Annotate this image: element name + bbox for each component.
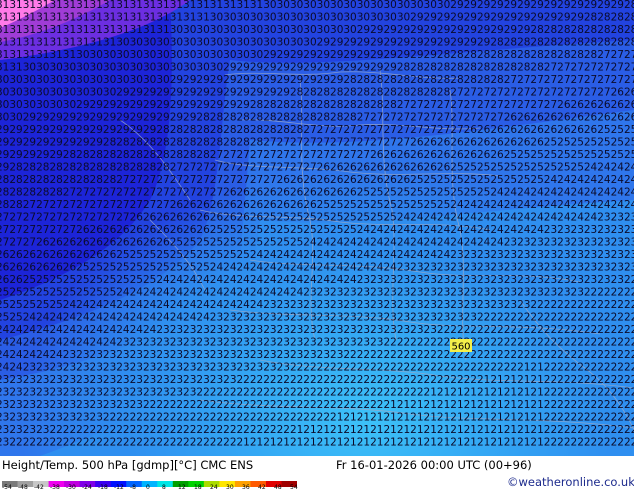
colorbar-tick-label: -8 [130,484,136,491]
field-value-row: 2929292929292929282828282828282828282828… [0,137,634,149]
colorbar-tick-label: -30 [66,484,76,491]
field-value-row: 2322222222222222222222222222222222222121… [0,437,634,449]
field-value-row: 2727272626262626262626262625252525252525… [0,237,634,249]
field-value-row: 2828282828282828282727272727272727272727… [0,174,634,186]
field-value-row: 2929292929282828282828282828282827272727… [0,149,634,161]
field-value-row: 2928282828282828282828282827272727272727… [0,162,634,174]
colorbar-tick-label: 12 [178,484,186,491]
field-value-row: 2323232322222222222222222222222222222222… [0,424,634,436]
field-value-row: 3131303030303030303030303030303030292929… [0,62,634,74]
field-value-row: 3131313131313131313030303030303030303030… [0,37,634,49]
field-value-row: 2828282828272727272727272727272727262626… [0,187,634,199]
colorbar-tick-label: 18 [194,484,202,491]
colorbar-tick-label: -48 [18,484,28,491]
field-value-row: 3131313131313131313131313131313131313131… [0,0,634,11]
map-title: Height/Temp. 500 hPa [gdmp][°C] CMC ENS [2,458,254,472]
field-value-row: 2525252525242424242424242424242424242424… [0,299,634,311]
field-value-row: 2424242424232323232323232323232323232323… [0,349,634,361]
field-value-row: 3030303030302929292929292929292929292928… [0,99,634,111]
field-value-row: 2929292929292929292929292828282828282828… [0,124,634,136]
field-value-row: 3030292929292929292929292929292828282828… [0,112,634,124]
field-value-row: 2323232323232323222222222222222222222222… [0,412,634,424]
field-value-row: 3131313131313131313131313131313130303030… [0,12,634,24]
colorbar-tick-label: -38 [50,484,60,491]
colorbar-tick-label: -12 [114,484,124,491]
field-value-row: 2323232323232323232323232323232222222222… [0,387,634,399]
colorbar-tick-label: -18 [98,484,108,491]
map-canvas: 3131313131313131313131313131313131313131… [0,0,634,456]
colorbar-tick-label: 48 [274,484,282,491]
valid-time: Fr 16-01-2026 00:00 UTC (00+96) [336,458,532,472]
field-value-row: 2626252525252525252525252424242424242424… [0,274,634,286]
field-value-row: 2424232323232323232323232323232323232323… [0,362,634,374]
colorbar-tick-label: 42 [258,484,266,491]
colorbar-tick-label: -54 [2,484,12,491]
colorbar-tick-label: 54 [290,484,298,491]
field-value-row: 2424242424242424242323232323232323232323… [0,337,634,349]
field-value-row: 3131313131313131313131313130303030303030… [0,24,634,36]
weather-map: 3131313131313131313131313131313131313131… [0,0,634,456]
contour-label-560: 560 [450,339,472,353]
field-value-row: 3030303030303030302929292929292929292929… [0,87,634,99]
colorbar-tick-label: 0 [146,484,150,491]
field-value-row: 2323232323232323232323232323232323232222… [0,374,634,386]
field-value-row: 2727272727272727272726262626262626262626… [0,212,634,224]
colorbar-tick-label: 36 [242,484,250,491]
colorbar-tick-label: -42 [34,484,44,491]
colorbar-tick-label: 8 [162,484,166,491]
field-value-row: 3030303030303030303030303029292929292929… [0,74,634,86]
field-value-row: 3131313131313030303030303030303030303030… [0,49,634,61]
footer-bar: Height/Temp. 500 hPa [gdmp][°C] CMC ENS … [0,456,634,493]
field-value-row: 2828272727272727272727272726262626262626… [0,199,634,211]
field-value-row: 2525242424242424242424242424242423232323… [0,312,634,324]
colorbar-tick-label: -24 [82,484,92,491]
credit-link[interactable]: ©weatheronline.co.uk [507,475,634,489]
field-value-row: 2525252525252525252424242424242424242424… [0,287,634,299]
field-value-row: 2424242424242424242424242323232323232323… [0,324,634,336]
field-value-row: 2626262626262525252525252525252524242424… [0,262,634,274]
field-value-grid: 3131313131313131313131313131313131313131… [0,0,634,449]
svg-text:560: 560 [451,342,470,353]
field-value-row: 2626262626262626262525252525252525252524… [0,249,634,261]
field-value-row: 2323232323232323232323222222222222222222… [0,399,634,411]
colorbar-tick-label: 30 [226,484,234,491]
field-value-row: 2727272727272626262626262626262625252525… [0,224,634,236]
colorbar-tick-label: 24 [210,484,218,491]
color-scale-ticks: -54 -48 -42 -38 -30 -24 -18 -12 -8 0 8 12 18 24 30 36 42… [0,485,300,493]
